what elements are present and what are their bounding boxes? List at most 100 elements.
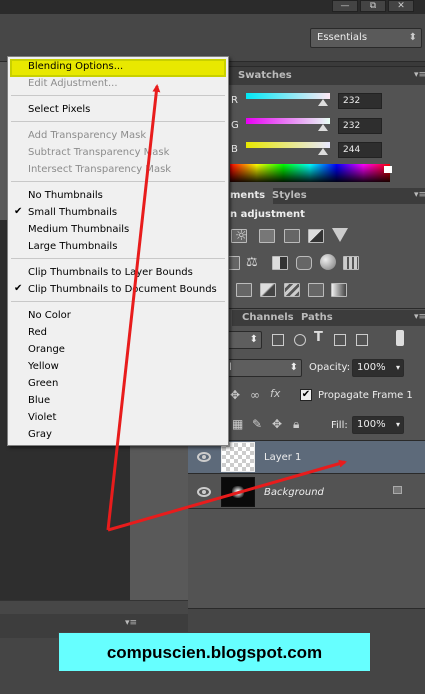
menu-item-blue[interactable]: Blue xyxy=(28,394,50,408)
timeline-scrollbar[interactable] xyxy=(0,600,188,614)
menu-item-blending-options[interactable]: Blending Options... xyxy=(28,60,123,74)
menu-item-add-transparency-mask[interactable]: Add Transparency Mask xyxy=(28,129,146,143)
menu-item-orange[interactable]: Orange xyxy=(28,343,65,357)
restore-button[interactable]: ⧉ xyxy=(360,0,386,12)
restore-icon: ⧉ xyxy=(369,1,377,11)
fx-icon[interactable]: fx xyxy=(270,387,280,400)
threshold-icon[interactable] xyxy=(284,283,300,297)
opacity-field[interactable]: 100% ▾ xyxy=(352,359,404,377)
menu-item-no-thumbnails[interactable]: No Thumbnails xyxy=(28,189,103,203)
filter-smart-object-icon[interactable] xyxy=(356,334,368,346)
lock-position-icon[interactable]: ✥ xyxy=(230,388,240,402)
background-layer-name[interactable]: Background xyxy=(264,487,324,498)
blue-slider-thumb[interactable] xyxy=(318,148,328,155)
fill-value: 100% xyxy=(357,419,386,430)
levels-icon[interactable] xyxy=(259,229,275,243)
menu-item-clip-document-bounds[interactable]: Clip Thumbnails to Document Bounds xyxy=(28,283,217,297)
layer-1-name[interactable]: Layer 1 xyxy=(264,452,301,463)
selective-color-icon[interactable] xyxy=(308,283,324,297)
workspace-dropdown[interactable]: Essentials ⬍ xyxy=(310,28,422,48)
check-icon: ✔ xyxy=(14,283,23,294)
exposure-icon[interactable] xyxy=(308,229,324,243)
opacity-label: Opacity: xyxy=(309,362,351,373)
filter-type-icon[interactable]: T xyxy=(314,330,323,345)
fill-field[interactable]: 100% ▾ xyxy=(352,416,404,434)
tab-styles[interactable]: Styles xyxy=(264,188,315,204)
minimize-icon: — xyxy=(340,1,350,11)
white-swatch[interactable] xyxy=(384,166,392,173)
red-value-field[interactable]: 232 xyxy=(338,93,382,109)
dropdown-arrow-icon: ⬍ xyxy=(408,32,417,43)
menu-separator xyxy=(11,95,225,96)
panel-menu-icon[interactable]: ▾≡ xyxy=(414,312,425,322)
eye-icon[interactable] xyxy=(197,452,211,462)
close-button[interactable]: ✕ xyxy=(388,0,414,12)
layers-empty-area xyxy=(188,509,425,608)
panel-menu-icon[interactable]: ▾≡ xyxy=(414,70,425,80)
fill-label: Fill: xyxy=(331,420,348,431)
brush-icon[interactable]: ✎ xyxy=(252,417,262,431)
vibrance-icon[interactable] xyxy=(332,228,348,242)
red-slider-thumb[interactable] xyxy=(318,99,328,106)
color-lookup-icon[interactable] xyxy=(343,256,359,270)
photo-filter-icon[interactable] xyxy=(296,256,312,270)
channel-mixer-icon[interactable] xyxy=(320,254,336,270)
menu-item-no-color[interactable]: No Color xyxy=(28,309,71,323)
chevron-down-icon: ▾ xyxy=(395,363,400,372)
menu-item-large-thumbnails[interactable]: Large Thumbnails xyxy=(28,240,117,254)
panel-menu-icon[interactable]: ▾≡ xyxy=(414,190,425,200)
dropdown-arrow-icon: ⬍ xyxy=(289,362,298,373)
color-spectrum-shade xyxy=(230,164,390,182)
blend-mode-dropdown[interactable]: al ⬍ xyxy=(218,359,302,377)
minimize-button[interactable]: — xyxy=(332,0,358,12)
blue-label: B xyxy=(231,144,238,155)
panel-menu-icon[interactable]: ▾≡ xyxy=(125,618,137,628)
menu-item-small-thumbnails[interactable]: Small Thumbnails xyxy=(28,206,117,220)
green-label: G xyxy=(231,120,239,131)
menu-item-medium-thumbnails[interactable]: Medium Thumbnails xyxy=(28,223,129,237)
menu-item-subtract-transparency-mask[interactable]: Subtract Transparency Mask xyxy=(28,146,169,160)
background-thumbnail[interactable] xyxy=(221,477,255,507)
filter-shape-icon[interactable] xyxy=(334,334,346,346)
lock-transparent-icon[interactable]: ▦ xyxy=(232,417,243,431)
workspace-label: Essentials xyxy=(317,32,368,43)
menu-item-clip-layer-bounds[interactable]: Clip Thumbnails to Layer Bounds xyxy=(28,266,193,280)
green-slider-thumb[interactable] xyxy=(318,124,328,131)
link-icon[interactable]: ∞ xyxy=(250,388,260,402)
menu-item-green[interactable]: Green xyxy=(28,377,58,391)
gradient-map-icon[interactable] xyxy=(331,283,347,297)
menu-item-yellow[interactable]: Yellow xyxy=(28,360,59,374)
layer-1-thumbnail[interactable] xyxy=(221,442,255,472)
menu-separator xyxy=(11,181,225,182)
move-icon[interactable]: ✥ xyxy=(272,417,282,431)
posterize-icon[interactable] xyxy=(260,283,276,297)
filter-pixel-icon[interactable] xyxy=(272,334,284,346)
tab-swatches[interactable]: Swatches xyxy=(230,67,300,85)
blue-value-field[interactable]: 244 xyxy=(338,142,382,158)
menu-item-edit-adjustment[interactable]: Edit Adjustment... xyxy=(28,77,118,91)
eye-icon[interactable] xyxy=(197,487,211,497)
filter-toggle-switch[interactable] xyxy=(396,330,404,346)
curves-icon[interactable] xyxy=(284,229,300,243)
menu-item-select-pixels[interactable]: Select Pixels xyxy=(28,103,90,117)
tab-paths[interactable]: Paths xyxy=(293,310,341,326)
propagate-frame-label: Propagate Frame 1 xyxy=(318,390,413,401)
menu-separator xyxy=(11,258,225,259)
menu-item-violet[interactable]: Violet xyxy=(28,411,56,425)
close-icon: ✕ xyxy=(397,1,405,11)
propagate-checkbox[interactable]: ✔ xyxy=(300,389,312,401)
menu-item-gray[interactable]: Gray xyxy=(28,428,52,442)
tab-channels[interactable]: Channels xyxy=(234,310,302,326)
layers-context-menu: Blending Options... Edit Adjustment... S… xyxy=(7,56,229,446)
menu-item-red[interactable]: Red xyxy=(28,326,47,340)
black-white-icon[interactable] xyxy=(272,256,288,270)
menu-item-intersect-transparency-mask[interactable]: Intersect Transparency Mask xyxy=(28,163,171,177)
green-value-field[interactable]: 232 xyxy=(338,118,382,134)
filter-adjustment-icon[interactable] xyxy=(294,334,306,346)
lock-icon xyxy=(393,486,402,494)
color-balance-icon[interactable]: ⚖ xyxy=(246,255,258,270)
invert-icon[interactable] xyxy=(236,283,252,297)
lock-icon[interactable]: 🔒︎ xyxy=(293,417,299,432)
check-icon: ✔ xyxy=(14,206,23,217)
red-label: R xyxy=(231,95,238,106)
